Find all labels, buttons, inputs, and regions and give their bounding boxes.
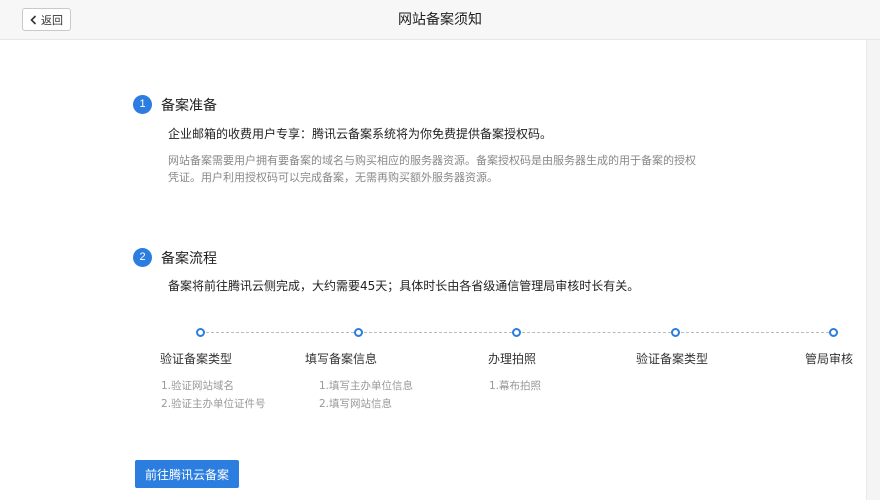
timeline-connector [681, 332, 829, 333]
stage-label: 验证备案类型 [160, 352, 233, 366]
stage-subitem: 1.幕布拍照 [489, 380, 542, 392]
stage-subitem: 1.验证网站域名 [161, 380, 235, 392]
back-button-label: 返回 [41, 13, 63, 27]
section-description: 网站备案需要用户拥有要备案的域名与购买相应的服务器资源。备案授权码是由服务器生成… [168, 152, 696, 186]
description-line: 网站备案需要用户拥有要备案的域名与购买相应的服务器资源。备案授权码是由服务器生成… [168, 154, 696, 167]
description-line: 凭证。用户利用授权码可以完成备案，无需再购买额外服务器资源。 [168, 171, 498, 184]
go-to-tencent-cloud-filing-button[interactable]: 前往腾讯云备案 [135, 460, 239, 488]
timeline-dot [354, 328, 363, 337]
scrollbar[interactable] [866, 40, 880, 500]
stage-label: 管局审核 [805, 352, 854, 366]
stage-subitem: 1.填写主办单位信息 [319, 380, 414, 392]
timeline-dot [512, 328, 521, 337]
stage-label: 验证备案类型 [636, 352, 709, 366]
section-title: 备案准备 [161, 98, 217, 114]
section-lead-text: 备案将前往腾讯云侧完成，大约需要45天；具体时长由各省级通信管理局审核时长有关。 [168, 279, 640, 293]
stage-label: 办理拍照 [488, 352, 537, 366]
stage-subitem: 2.验证主办单位证件号 [161, 398, 266, 410]
stage-label: 填写备案信息 [305, 352, 378, 366]
timeline-dot [671, 328, 680, 337]
timeline-dot [829, 328, 838, 337]
section-lead-text: 企业邮箱的收费用户专享：腾讯云备案系统将为你免费提供备案授权码。 [168, 127, 553, 141]
step-number-badge: 1 [133, 95, 152, 114]
section-title: 备案流程 [161, 251, 217, 267]
stage-subitem: 2.填写网站信息 [319, 398, 393, 410]
timeline-connector [206, 332, 354, 333]
page-title: 网站备案须知 [398, 12, 482, 28]
timeline-dot [196, 328, 205, 337]
step-number-badge: 2 [133, 248, 152, 267]
timeline-connector [522, 332, 671, 333]
chevron-left-icon [30, 14, 37, 25]
timeline-connector [364, 332, 512, 333]
top-bar: 网站备案须知 返回 [0, 0, 880, 40]
back-button[interactable]: 返回 [22, 8, 71, 31]
